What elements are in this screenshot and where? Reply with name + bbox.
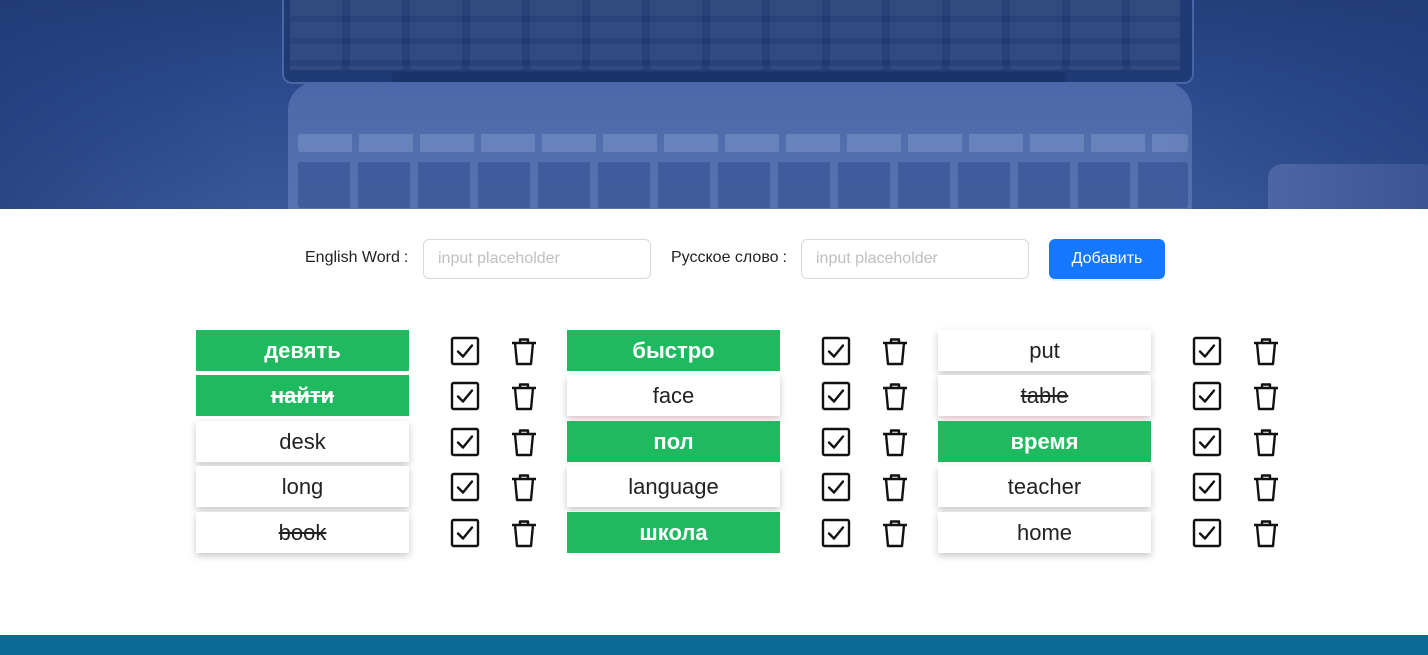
trash-icon[interactable] <box>878 516 912 550</box>
word-card[interactable]: школа <box>567 512 780 553</box>
word-text: face <box>652 382 695 408</box>
trash-icon[interactable] <box>1249 334 1283 368</box>
trash-icon[interactable] <box>507 379 541 413</box>
checkbox-checked-icon[interactable] <box>819 425 853 459</box>
russian-word-input[interactable] <box>801 239 1029 279</box>
checkbox-checked-icon[interactable] <box>1190 379 1224 413</box>
checkbox-checked-icon[interactable] <box>448 425 482 459</box>
english-word-input[interactable] <box>423 239 651 279</box>
hero-overlay <box>0 0 1428 209</box>
word-card[interactable]: найти <box>196 375 409 416</box>
trash-icon[interactable] <box>878 425 912 459</box>
word-card[interactable]: время <box>938 421 1151 462</box>
word-text: быстро <box>632 337 715 363</box>
english-word-label: English Word: <box>305 249 409 266</box>
checkbox-checked-icon[interactable] <box>819 516 853 550</box>
word-text: девять <box>264 337 341 363</box>
word-card[interactable]: home <box>938 512 1151 553</box>
checkbox-checked-icon[interactable] <box>819 379 853 413</box>
trash-icon[interactable] <box>1249 425 1283 459</box>
checkbox-checked-icon[interactable] <box>819 334 853 368</box>
trash-icon[interactable] <box>878 470 912 504</box>
word-card[interactable]: long <box>196 466 409 507</box>
trash-icon[interactable] <box>1249 516 1283 550</box>
word-card[interactable]: пол <box>567 421 780 462</box>
checkbox-checked-icon[interactable] <box>448 516 482 550</box>
russian-word-label: Русское слово: <box>671 249 787 266</box>
checkbox-checked-icon[interactable] <box>1190 516 1224 550</box>
checkbox-checked-icon[interactable] <box>1190 334 1224 368</box>
word-text: найти <box>270 382 335 408</box>
trash-icon[interactable] <box>507 516 541 550</box>
word-card[interactable]: table <box>938 375 1151 416</box>
checkbox-checked-icon[interactable] <box>448 470 482 504</box>
word-text: home <box>1016 519 1073 545</box>
word-card[interactable]: девять <box>196 330 409 371</box>
word-card[interactable]: face <box>567 375 780 416</box>
checkbox-checked-icon[interactable] <box>1190 470 1224 504</box>
word-card[interactable]: put <box>938 330 1151 371</box>
word-text: table <box>1020 382 1069 408</box>
word-text: put <box>1029 337 1060 363</box>
trash-icon[interactable] <box>507 425 541 459</box>
trash-icon[interactable] <box>878 334 912 368</box>
word-text: long <box>281 473 324 499</box>
word-text: школа <box>639 519 708 545</box>
add-word-form: English Word: Русское слово: Добавить <box>0 239 1428 279</box>
hero-banner <box>0 0 1428 209</box>
trash-icon[interactable] <box>878 379 912 413</box>
trash-icon[interactable] <box>1249 470 1283 504</box>
word-text: book <box>278 519 327 545</box>
checkbox-checked-icon[interactable] <box>448 379 482 413</box>
trash-icon[interactable] <box>507 470 541 504</box>
word-text: время <box>1010 428 1079 454</box>
word-card[interactable]: book <box>196 512 409 553</box>
word-text: desk <box>279 428 326 454</box>
trash-icon[interactable] <box>507 334 541 368</box>
word-text: language <box>628 473 719 499</box>
word-text: пол <box>653 428 694 454</box>
checkbox-checked-icon[interactable] <box>1190 425 1224 459</box>
footer-bar <box>0 635 1428 655</box>
word-card[interactable]: teacher <box>938 466 1151 507</box>
checkbox-checked-icon[interactable] <box>448 334 482 368</box>
trash-icon[interactable] <box>1249 379 1283 413</box>
checkbox-checked-icon[interactable] <box>819 470 853 504</box>
word-card[interactable]: desk <box>196 421 409 462</box>
word-text: teacher <box>1007 473 1082 499</box>
word-card[interactable]: language <box>567 466 780 507</box>
word-card[interactable]: быстро <box>567 330 780 371</box>
add-word-button[interactable]: Добавить <box>1049 239 1165 279</box>
